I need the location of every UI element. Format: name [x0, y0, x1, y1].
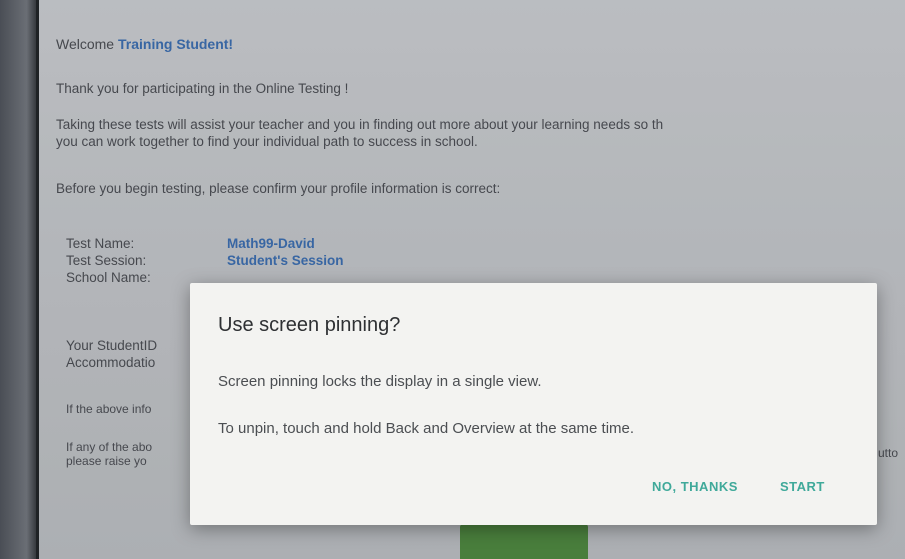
- screen-pinning-dialog: Use screen pinning? Screen pinning locks…: [190, 283, 877, 525]
- start-button[interactable]: START: [780, 479, 825, 494]
- device-bezel: [0, 0, 38, 559]
- no-thanks-button[interactable]: NO, THANKS: [652, 479, 738, 494]
- dialog-title: Use screen pinning?: [218, 314, 401, 336]
- dialog-message-line1: Screen pinning locks the display in a si…: [218, 373, 542, 390]
- dialog-message-line2: To unpin, touch and hold Back and Overvi…: [218, 420, 635, 437]
